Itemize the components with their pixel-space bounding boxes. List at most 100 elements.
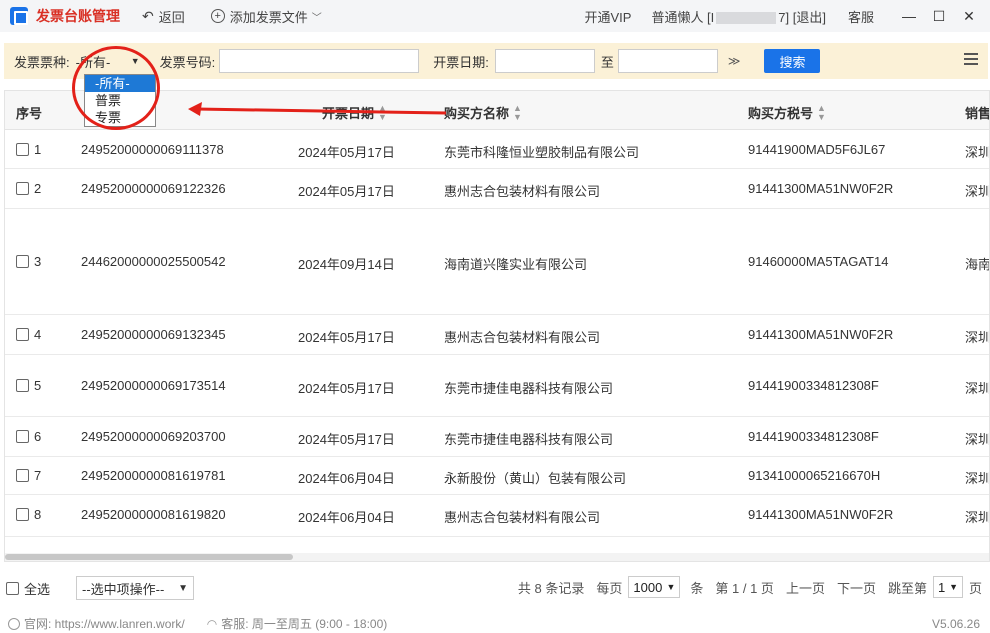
per-page-select[interactable]: 1000 ▼: [628, 576, 681, 598]
table-footer: 全选 --选中项操作-- ▼ 共 8 条记录 每页 1000 ▼ 条 第 1 /…: [0, 574, 990, 602]
column-menu-icon[interactable]: [964, 53, 978, 65]
chevron-down-icon: ▼: [949, 582, 958, 592]
invoice-type-value: -所有-: [75, 54, 111, 70]
invoice-table: 序号 开票日期▲▼ 购买方名称▲▼ 购买方税号▲▼ 销售方 1 24952000…: [4, 90, 990, 562]
row-checkbox[interactable]: [16, 379, 29, 392]
search-button[interactable]: 搜索: [764, 49, 821, 73]
user-name-prefix: 普通懒人 [I: [651, 9, 715, 25]
invoice-type-select[interactable]: -所有- ▼: [72, 50, 144, 72]
buyer-name: 惠州志合包装材料有限公司: [444, 330, 601, 345]
buyer-tax-id: 91341000065216670H: [748, 468, 881, 483]
table-row[interactable]: 6 24952000000069203700 2024年05月17日 东莞市捷佳…: [5, 417, 990, 457]
table-row[interactable]: 8 24952000000081619820 2024年06月04日 惠州志合包…: [5, 495, 990, 537]
next-page-link[interactable]: 下一页: [837, 578, 876, 597]
batch-action-select[interactable]: --选中项操作-- ▼: [76, 576, 195, 600]
option-general[interactable]: 普票: [85, 92, 155, 109]
date-to-input[interactable]: [617, 49, 718, 73]
invoice-type-label: 发票票种:: [14, 54, 70, 70]
buyer-tax-id: 91441900334812308F: [748, 378, 879, 393]
row-checkbox[interactable]: [16, 328, 29, 341]
table-row[interactable]: 7 24952000000081619781 2024年06月04日 永新股份（…: [5, 457, 990, 495]
back-button[interactable]: ↶ 返回: [142, 7, 185, 26]
buyer-tax-id: 91441900MAD5F6JL67: [748, 142, 886, 157]
invoice-type-dropdown: -所有- 普票 专票: [84, 74, 156, 127]
status-bar: 官网: https://www.lanren.work/ ◠ 客服: 周一至周五…: [0, 614, 990, 633]
jump-page-select[interactable]: 1 ▼: [932, 576, 963, 598]
table-row[interactable]: 4 24952000000069132345 2024年05月17日 惠州志合包…: [5, 315, 990, 355]
invoice-date: 2024年05月17日: [298, 145, 395, 160]
row-checkbox[interactable]: [16, 182, 29, 195]
seller-name: 深圳: [965, 471, 990, 486]
buyer-name: 东莞市捷佳电器科技有限公司: [444, 432, 614, 447]
invoice-date: 2024年05月17日: [298, 184, 395, 199]
prev-page-link[interactable]: 上一页: [786, 578, 825, 597]
customer-service-link[interactable]: 客服: [848, 7, 874, 26]
redacted-id: [716, 12, 777, 25]
open-vip-link[interactable]: 开通VIP: [584, 7, 631, 26]
invoice-number: 24462000000025500542: [81, 254, 226, 269]
table-row[interactable]: 5 24952000000069173514 2024年05月17日 东莞市捷佳…: [5, 355, 990, 417]
invoice-number-input[interactable]: [219, 49, 420, 73]
col-tax-header[interactable]: 购买方税号 ▲ ▼: [748, 103, 826, 122]
buyer-name: 海南道兴隆实业有限公司: [444, 257, 588, 272]
chevron-down-icon: ﹀: [311, 12, 322, 24]
invoice-date: 2024年05月17日: [298, 381, 395, 396]
col-seller-header[interactable]: 销售方: [965, 103, 989, 122]
buyer-name: 东莞市捷佳电器科技有限公司: [444, 381, 614, 396]
seller-name: 深圳: [965, 381, 990, 396]
row-checkbox[interactable]: [16, 143, 29, 156]
scrollbar-thumb[interactable]: [5, 554, 293, 560]
select-all-checkbox[interactable]: [6, 581, 19, 595]
sort-icon[interactable]: ▲ ▼: [378, 103, 387, 122]
version-text: V5.06.26: [931, 616, 980, 631]
seller-name: 深圳: [965, 432, 990, 447]
option-special[interactable]: 专票: [85, 109, 155, 126]
row-checkbox[interactable]: [16, 255, 29, 268]
row-index: 6: [34, 429, 42, 444]
title-bar: 发票台账管理 ↶ 返回 + 添加发票文件 ﹀ 开通VIP 普通懒人 [I 7] […: [0, 0, 990, 32]
website-text[interactable]: 官网: https://www.lanren.work/: [24, 615, 185, 632]
invoice-date: 2024年05月17日: [298, 432, 395, 447]
per-page-label: 每页: [596, 580, 623, 596]
col-date-header[interactable]: 开票日期 ▲ ▼: [322, 103, 387, 122]
buyer-tax-id: 91441300MA51NW0F2R: [748, 181, 894, 196]
buyer-name: 东莞市科隆恒业塑胶制品有限公司: [444, 145, 640, 160]
invoice-date-label: 开票日期:: [433, 54, 489, 70]
table-row[interactable]: 1 24952000000069111378 2024年05月17日 东莞市科隆…: [5, 131, 989, 169]
close-icon[interactable]: ✕: [954, 8, 984, 25]
buyer-tax-id: 91441300MA51NW0F2R: [748, 327, 894, 342]
table-row[interactable]: 3 24462000000025500542 2024年09月14日 海南道兴隆…: [5, 209, 989, 315]
minimize-icon[interactable]: —: [894, 8, 924, 24]
invoice-date: 2024年06月04日: [298, 471, 395, 486]
buyer-tax-id: 91460000MA5TAGAT14: [748, 254, 889, 269]
seller-name: 深圳: [965, 184, 990, 199]
jump-label: 跳至第: [887, 580, 927, 596]
invoice-number: 24952000000069122326: [81, 181, 226, 196]
row-checkbox[interactable]: [16, 469, 29, 482]
logout-link[interactable]: [退出]: [793, 10, 826, 25]
sort-icon[interactable]: ▲ ▼: [817, 103, 826, 122]
date-to-label: 至: [600, 54, 614, 70]
seller-name: 深圳: [965, 510, 990, 525]
user-info: 普通懒人 [I 7] [退出]: [651, 7, 826, 26]
buyer-name: 惠州志合包装材料有限公司: [444, 510, 601, 525]
seller-name: 深圳: [965, 330, 990, 345]
horizontal-scrollbar[interactable]: [5, 553, 989, 561]
back-arrow-icon: ↶: [142, 7, 154, 24]
col-buyer-header[interactable]: 购买方名称 ▲ ▼: [444, 103, 522, 122]
invoice-number: 24952000000069111378: [81, 142, 224, 157]
maximize-icon[interactable]: ☐: [924, 8, 954, 25]
option-all[interactable]: -所有-: [85, 75, 155, 92]
row-checkbox[interactable]: [16, 430, 29, 443]
expand-filters-icon[interactable]: ≫: [728, 54, 741, 68]
batch-action-value: --选中项操作--: [82, 581, 165, 597]
app-logo-icon: [10, 7, 28, 25]
invoice-number: 24952000000069132345: [81, 327, 226, 342]
buyer-name: 惠州志合包装材料有限公司: [444, 184, 601, 199]
col-index-header: 序号: [16, 106, 43, 121]
table-row[interactable]: 2 24952000000069122326 2024年05月17日 惠州志合包…: [5, 169, 990, 209]
date-from-input[interactable]: [494, 49, 595, 73]
add-invoice-file-button[interactable]: + 添加发票文件 ﹀: [210, 7, 322, 26]
sort-icon[interactable]: ▲ ▼: [513, 103, 522, 122]
row-checkbox[interactable]: [16, 508, 29, 521]
